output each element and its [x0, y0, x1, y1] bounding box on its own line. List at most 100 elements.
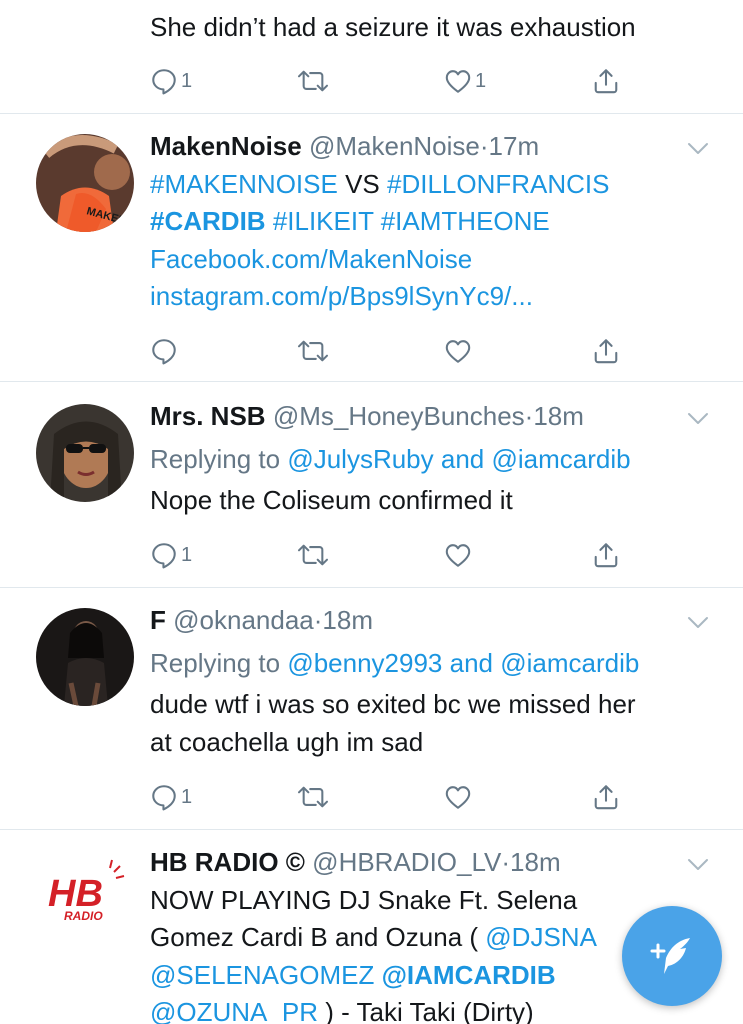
- mention-link[interactable]: @SELENAGOMEZ: [150, 960, 374, 990]
- user-handle[interactable]: @oknandaa: [173, 605, 314, 635]
- chevron-down-icon[interactable]: [687, 858, 709, 872]
- hashtag[interactable]: #CARDIB: [150, 206, 266, 236]
- mention-link[interactable]: @DJSNA: [485, 922, 597, 952]
- retweet-icon: [296, 783, 330, 811]
- reply-count: 1: [181, 543, 193, 566]
- tweet-header: HB RADIO © @HBRADIO_LV·18m: [150, 844, 723, 882]
- replying-to: Replying to @JulysRuby and @iamcardib: [150, 441, 723, 479]
- like-button[interactable]: [444, 780, 472, 814]
- share-button[interactable]: [592, 334, 620, 368]
- reply-button[interactable]: 1: [150, 538, 192, 572]
- tweet-card[interactable]: MAKEN MakenNoise @MakenNoise·17m #MAKENN…: [0, 114, 743, 382]
- user-handle[interactable]: @MakenNoise: [309, 131, 480, 161]
- share-button[interactable]: [592, 64, 620, 98]
- reply-count: 1: [181, 785, 193, 808]
- retweet-icon: [296, 541, 330, 569]
- tweet-actions: 1: [150, 780, 630, 814]
- url-link[interactable]: Facebook.com/MakenNoise: [150, 244, 472, 274]
- mention-link[interactable]: @iamcardib: [492, 444, 631, 474]
- reply-icon: [150, 67, 178, 95]
- timestamp[interactable]: 17m: [489, 131, 540, 161]
- display-name[interactable]: HB RADIO ©: [150, 847, 305, 877]
- retweet-icon: [296, 337, 330, 365]
- tweet-text-line: dude wtf i was so exited bc we missed he…: [150, 689, 636, 719]
- replying-label: Replying to: [150, 647, 281, 678]
- mention-link[interactable]: @OZUNA_PR: [150, 997, 318, 1024]
- tweet-text: She didn’t had a seizure it was exhausti…: [150, 12, 636, 42]
- like-icon: [444, 337, 472, 365]
- share-icon: [592, 783, 620, 811]
- user-handle[interactable]: @Ms_HoneyBunches: [273, 401, 525, 431]
- user-handle[interactable]: @HBRADIO_LV: [312, 847, 501, 877]
- retweet-button[interactable]: [296, 538, 330, 572]
- reply-button[interactable]: 1: [150, 64, 192, 98]
- avatar[interactable]: MAKEN: [36, 134, 134, 232]
- tweet-card[interactable]: Mrs. NSB @Ms_HoneyBunches·18m Replying t…: [0, 382, 743, 588]
- tweet-actions: 1 1: [150, 64, 630, 98]
- like-button[interactable]: [444, 538, 472, 572]
- reply-button[interactable]: [150, 334, 178, 368]
- avatar[interactable]: HB RADIO: [36, 850, 134, 948]
- like-count: 1: [475, 69, 487, 92]
- tweet-text: Nope the Coliseum confirmed it: [150, 485, 513, 515]
- share-icon: [592, 541, 620, 569]
- chevron-down-icon[interactable]: [687, 412, 709, 426]
- tweet-actions: [150, 334, 630, 368]
- like-button[interactable]: [444, 334, 472, 368]
- tweet-card[interactable]: F @oknandaa·18m Replying to @benny2993 a…: [0, 588, 743, 830]
- share-icon: [592, 337, 620, 365]
- display-name[interactable]: F: [150, 605, 166, 635]
- hashtag[interactable]: #DILLONFRANCIS: [387, 169, 610, 199]
- tweet-text-line: Facebook.com/MakenNoise: [150, 241, 723, 279]
- tweet-header: F @oknandaa·18m: [150, 602, 723, 640]
- mention-link[interactable]: @JulysRuby: [287, 444, 433, 474]
- retweet-button[interactable]: [296, 334, 330, 368]
- tweet-header: Mrs. NSB @Ms_HoneyBunches·18m: [150, 398, 723, 436]
- tweet-text-line: NOW PLAYING DJ Snake Ft. Selena: [150, 884, 578, 915]
- tweet-header: MakenNoise @MakenNoise·17m: [150, 128, 723, 166]
- avatar[interactable]: [36, 608, 134, 706]
- like-button[interactable]: 1: [444, 64, 486, 98]
- hashtag[interactable]: #MAKENNOISE: [150, 169, 338, 199]
- share-icon: [592, 67, 620, 95]
- share-button[interactable]: [592, 780, 620, 814]
- tweet-text-line: #CARDIB #ILIKEIT #IAMTHEONE: [150, 203, 723, 241]
- like-icon: [444, 541, 472, 569]
- compose-tweet-button[interactable]: [622, 906, 722, 1006]
- avatar[interactable]: [36, 404, 134, 502]
- mention-link[interactable]: @iamcardib: [500, 648, 639, 678]
- url-link[interactable]: instagram.com/p/Bps9lSynYc9/...: [150, 281, 533, 311]
- like-icon: [444, 67, 472, 95]
- share-button[interactable]: [592, 538, 620, 572]
- display-name[interactable]: Mrs. NSB: [150, 401, 266, 431]
- reply-count: 1: [181, 69, 193, 92]
- timestamp[interactable]: 18m: [322, 605, 373, 635]
- chevron-down-icon[interactable]: [687, 142, 709, 156]
- retweet-icon: [296, 67, 330, 95]
- compose-icon: [650, 938, 690, 974]
- text-fragment: ) - Taki Taki (Dirty): [325, 997, 534, 1024]
- tweet-text-line: @OZUNA_PR ) - Taki Taki (Dirty): [150, 994, 723, 1024]
- logo-subtext: RADIO: [64, 909, 103, 923]
- text-fragment: VS: [345, 168, 380, 199]
- reply-button[interactable]: 1: [150, 780, 192, 814]
- timestamp[interactable]: 18m: [533, 401, 584, 431]
- tweet-card[interactable]: She didn’t had a seizure it was exhausti…: [0, 0, 743, 114]
- reply-icon: [150, 783, 178, 811]
- tweet-text-line: at coachella ugh im sad: [150, 726, 424, 757]
- reply-icon: [150, 337, 178, 365]
- separator: ·: [501, 847, 511, 877]
- display-name[interactable]: MakenNoise: [150, 131, 302, 161]
- mention-link[interactable]: @IAMCARDIB: [382, 960, 556, 990]
- timestamp[interactable]: 18m: [510, 847, 561, 877]
- retweet-button[interactable]: [296, 780, 330, 814]
- replying-label: Replying to: [150, 443, 281, 474]
- retweet-button[interactable]: [296, 64, 330, 98]
- reply-icon: [150, 541, 178, 569]
- chevron-down-icon[interactable]: [687, 616, 709, 630]
- replying-and: and: [440, 443, 485, 474]
- tweet-actions: 1: [150, 538, 630, 572]
- replying-to: Replying to @benny2993 and @iamcardib: [150, 645, 723, 683]
- hashtags[interactable]: #ILIKEIT #IAMTHEONE: [273, 206, 550, 236]
- mention-link[interactable]: @benny2993: [287, 648, 442, 678]
